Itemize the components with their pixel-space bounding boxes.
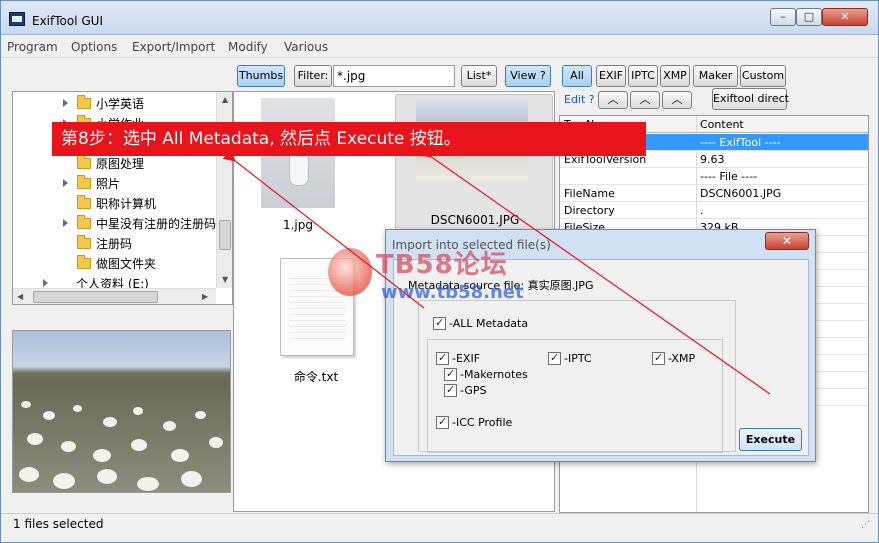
file-tile[interactable]: 1.jpg: [260, 98, 336, 238]
folder-icon: [77, 235, 91, 249]
checkbox-label: -GPS: [460, 384, 487, 397]
checkbox-label: -IPTC: [564, 352, 592, 365]
window-title: ExifTool GUI: [32, 14, 103, 28]
move-up-button[interactable]: ︿: [630, 91, 660, 109]
status-bar: 1 files selected ⋰: [1, 513, 878, 535]
tree-item-label: 做图文件夹: [96, 257, 157, 271]
thumbs-button[interactable]: Thumbs: [237, 65, 285, 87]
expand-arrow-icon[interactable]: [63, 219, 68, 227]
tree-item-label: 照片: [96, 177, 121, 191]
image-preview: [12, 330, 231, 493]
tree-item-label: 中星没有注册的注册码: [96, 217, 217, 231]
table-row[interactable]: FileName DSCN6001.JPG: [560, 185, 868, 202]
close-button[interactable]: ✕: [822, 8, 868, 26]
move-up-button[interactable]: ︿: [598, 91, 628, 109]
content-cell: ---- File ----: [700, 170, 758, 183]
scroll-up-icon[interactable]: ▲: [222, 95, 228, 104]
up-arrow-icon: ︿: [607, 93, 619, 106]
instruction-banner: 第8步：选中 All Metadata, 然后点 Execute 按钮。: [52, 122, 646, 156]
edit-link[interactable]: Edit ?: [564, 93, 595, 106]
sub-options-group: -EXIF -IPTC -XMP -Makernotes -GPS: [427, 339, 723, 453]
tree-item-label: 职称计算机: [96, 197, 157, 211]
status-text: 1 files selected: [13, 517, 104, 531]
watermark-title: TB58论坛: [376, 250, 508, 280]
file-name: 命令.txt: [293, 370, 339, 384]
tree-item-label: 小学英语: [96, 97, 145, 111]
menu-export-import[interactable]: Export/Import: [132, 40, 215, 54]
folder-icon: [77, 255, 91, 269]
file-name: 1.jpg: [282, 218, 314, 232]
scroll-thumb[interactable]: [219, 220, 231, 250]
tree-horizontal-scrollbar[interactable]: ◀ ▶: [13, 288, 216, 304]
folder-icon: [77, 155, 91, 169]
table-row[interactable]: Directory.: [560, 202, 868, 219]
filter-label: Filter:: [294, 65, 332, 87]
column-content[interactable]: Content: [700, 118, 744, 131]
expand-arrow-icon[interactable]: [43, 279, 48, 287]
checkbox-check-icon[interactable]: [436, 415, 449, 429]
expand-arrow-icon[interactable]: [63, 179, 68, 187]
iptc-button[interactable]: IPTC: [628, 65, 658, 87]
tag-cell: FileName: [564, 187, 615, 200]
up-arrow-icon: ︿: [639, 93, 651, 106]
filter-input[interactable]: *.jpg: [333, 65, 455, 87]
menu-bar: Program Options Export/Import Modify Var…: [1, 36, 878, 58]
folder-icon: [77, 215, 91, 229]
content-cell: DSCN6001.JPG: [700, 187, 782, 200]
hand-logo-icon: [328, 248, 372, 296]
checkbox-label: -Makernotes: [460, 368, 528, 381]
custom-button[interactable]: Custom: [740, 65, 786, 87]
folder-icon: [77, 175, 91, 189]
menu-modify[interactable]: Modify: [228, 40, 268, 54]
checkbox-check-icon[interactable]: [436, 351, 449, 365]
watermark-url: www.tb58.net: [381, 282, 524, 303]
maximize-button[interactable]: □: [796, 8, 822, 26]
minimize-button[interactable]: –: [770, 8, 796, 26]
scroll-thumb[interactable]: [33, 291, 158, 303]
checkbox-check-icon[interactable]: [652, 351, 665, 365]
table-row[interactable]: ---- File ----: [560, 168, 868, 185]
resize-grip-icon[interactable]: ⋰: [861, 520, 870, 530]
move-up-button[interactable]: ︿: [662, 91, 692, 109]
menu-various[interactable]: Various: [284, 40, 328, 54]
checkbox-check-icon[interactable]: [433, 316, 446, 330]
watermark: TB58论坛 www.tb58.net: [324, 242, 584, 312]
expand-arrow-icon[interactable]: [63, 99, 68, 107]
checkbox-check-icon[interactable]: [444, 383, 457, 397]
execute-button[interactable]: Execute: [739, 428, 802, 451]
title-bar[interactable]: ExifTool GUI – □ ✕: [1, 1, 878, 35]
menu-options[interactable]: Options: [71, 40, 117, 54]
checkbox-check-icon[interactable]: [548, 351, 561, 365]
checkbox-check-icon[interactable]: [444, 367, 457, 381]
tree-item-label: 原图处理: [96, 157, 145, 171]
checkbox-label: -EXIF: [452, 352, 481, 365]
exif-button[interactable]: EXIF: [596, 65, 626, 87]
exiftool-direct-button[interactable]: Exiftool direct: [712, 88, 789, 110]
checkbox-label: -XMP: [668, 352, 696, 365]
content-cell: .: [700, 204, 704, 217]
maker-button[interactable]: Maker: [693, 65, 738, 87]
app-icon: [9, 12, 25, 26]
up-arrow-icon: ︿: [671, 93, 683, 106]
content-cell: 9.63: [700, 153, 725, 166]
list-button[interactable]: List*: [461, 65, 497, 87]
folder-icon: [77, 95, 91, 109]
scroll-right-icon[interactable]: ▶: [202, 292, 208, 301]
content-cell: ---- ExifTool ----: [700, 136, 781, 149]
menu-program[interactable]: Program: [7, 40, 58, 54]
xmp-button[interactable]: XMP: [660, 65, 690, 87]
scroll-down-icon[interactable]: ▼: [222, 275, 228, 284]
file-name: DSCN6001.JPG: [430, 213, 520, 227]
scroll-left-icon[interactable]: ◀: [17, 292, 23, 301]
checkbox-label: -ALL Metadata: [449, 317, 529, 330]
view-button[interactable]: View ?: [505, 65, 551, 87]
all-button[interactable]: All: [562, 65, 592, 87]
folder-icon: [77, 195, 91, 209]
tree-item-label: 注册码: [96, 237, 133, 251]
checkbox-label: -ICC Profile: [452, 416, 513, 429]
options-group: -ALL Metadata -EXIF -IPTC -XMP -Makerno: [418, 300, 736, 453]
tag-cell: Directory: [564, 204, 615, 217]
dialog-close-button[interactable]: ✕: [765, 232, 809, 250]
file-tile-selected[interactable]: DSCN6001.JPG: [395, 94, 553, 238]
